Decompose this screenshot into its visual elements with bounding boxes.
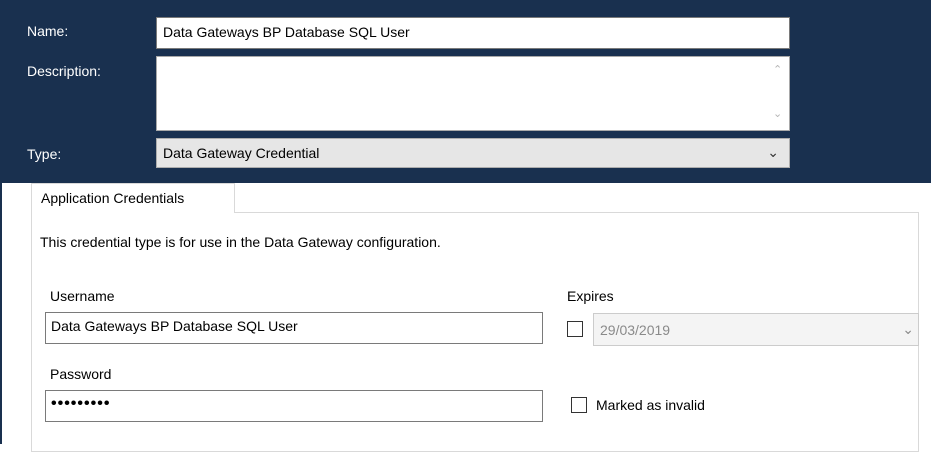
username-field[interactable]: Data Gateways BP Database SQL User bbox=[45, 312, 543, 344]
name-field[interactable]: Data Gateways BP Database SQL User bbox=[156, 17, 790, 49]
tab-application-credentials[interactable]: Application Credentials bbox=[31, 183, 235, 213]
scroll-up-arrow-icon[interactable]: ⌃ bbox=[773, 63, 782, 76]
expires-checkbox[interactable] bbox=[567, 321, 583, 337]
description-field[interactable]: ⌃ ⌄ bbox=[156, 56, 790, 131]
type-label: Type: bbox=[27, 146, 62, 162]
credential-info-text: This credential type is for use in the D… bbox=[40, 234, 441, 250]
name-label: Name: bbox=[27, 23, 69, 39]
description-scrollbar[interactable]: ⌃ ⌄ bbox=[769, 57, 789, 130]
type-select[interactable]: Data Gateway Credential ⌄ bbox=[156, 138, 790, 168]
chevron-down-icon[interactable]: ⌄ bbox=[902, 321, 914, 338]
expires-date-value: 29/03/2019 bbox=[600, 322, 671, 338]
scroll-down-arrow-icon[interactable]: ⌄ bbox=[773, 107, 782, 120]
chevron-down-icon: ⌄ bbox=[767, 144, 779, 160]
expires-label: Expires bbox=[567, 288, 614, 304]
password-field[interactable]: ••••••••• bbox=[45, 390, 543, 422]
password-label: Password bbox=[50, 366, 112, 382]
expires-date-picker[interactable]: 29/03/2019 ⌄ bbox=[593, 313, 919, 346]
marked-invalid-label[interactable]: Marked as invalid bbox=[596, 397, 705, 413]
description-label: Description: bbox=[27, 63, 101, 79]
marked-invalid-checkbox[interactable] bbox=[571, 397, 587, 413]
window-left-border bbox=[0, 183, 2, 444]
username-label: Username bbox=[50, 288, 115, 304]
type-value: Data Gateway Credential bbox=[163, 145, 320, 161]
